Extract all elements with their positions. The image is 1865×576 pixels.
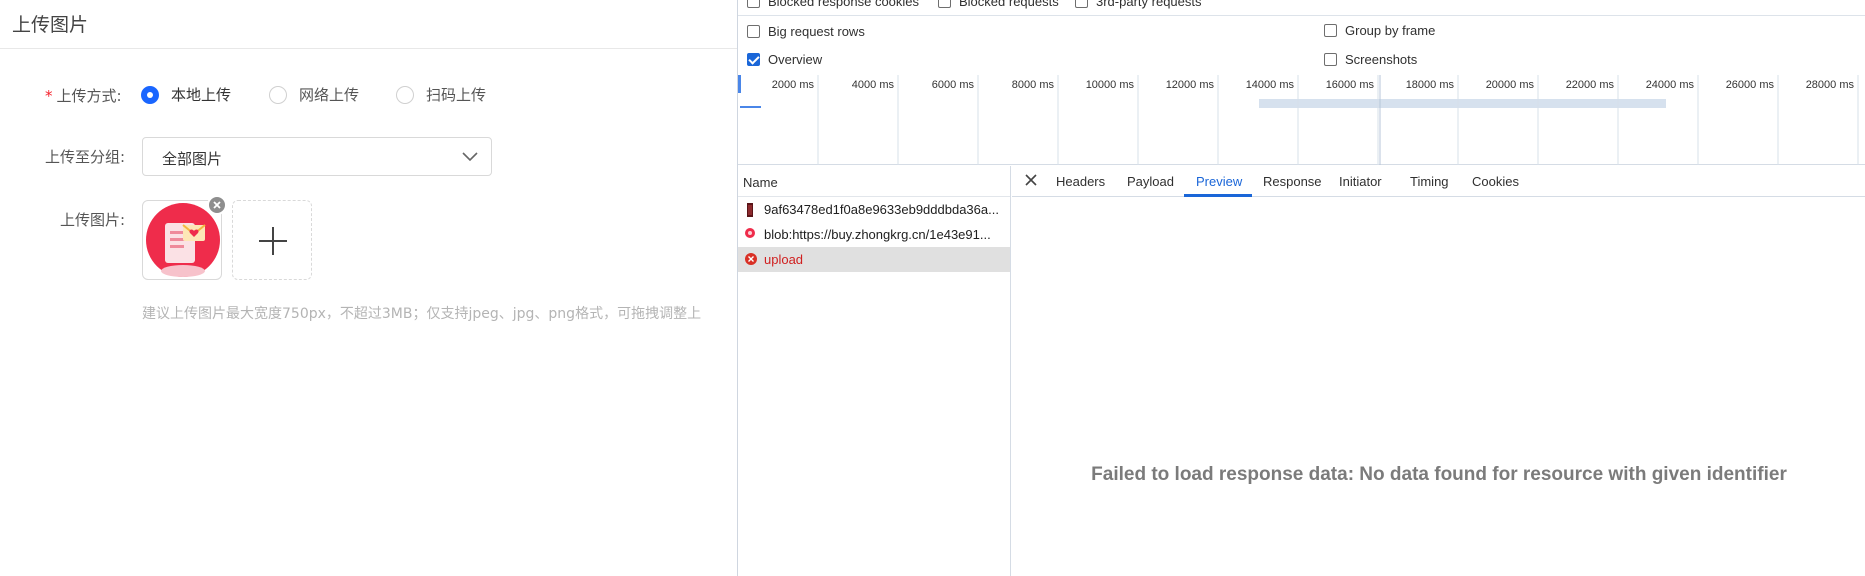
active-tab-indicator [1184,194,1252,197]
timeline-tick-label: 28000 ms [1806,79,1855,91]
group-by-frame-label: Group by frame [1345,23,1436,38]
timeline-tick-label: 14000 ms [1246,79,1295,91]
upload-method-label-text: 上传方式: [56,87,122,105]
checkbox-unchecked-icon [1324,24,1337,37]
radio-network-upload-label: 网络上传 [299,86,360,104]
request-details-panel: Headers Payload Preview Response Initiat… [1012,166,1865,576]
blocked-response-cookies-checkbox[interactable]: Blocked response cookies [747,0,919,9]
radio-unchecked-icon [396,85,414,104]
timeline-tick-label: 6000 ms [932,79,975,91]
blob-icon [745,228,755,238]
checkbox-unchecked-icon [1075,0,1088,8]
upload-form-panel: 上传图片 * 上传方式: 本地上传 网络上传 扫码上传 上传至分组: 全部图片 上… [0,0,737,576]
timeline-tick-label: 24000 ms [1646,79,1695,91]
request-name: 9af63478ed1f0a8e9633eb9dddbda36a... [764,202,999,217]
checkbox-unchecked-icon [1324,53,1337,66]
details-tabbar: Headers Payload Preview Response Initiat… [1012,166,1865,197]
blocked-response-cookies-label: Blocked response cookies [768,0,920,9]
radio-qrcode-upload-label: 扫码上传 [426,86,487,104]
group-select-value: 全部图片 [162,150,223,168]
overview-checkbox[interactable]: Overview [747,52,822,67]
upload-group-label: 上传至分组: [45,148,126,166]
blocked-requests-label: Blocked requests [959,0,1059,9]
timeline-tick-label: 22000 ms [1566,79,1615,91]
image-file-icon [747,203,753,217]
tab-response[interactable]: Response [1263,174,1322,189]
timeline-tick-label: 4000 ms [852,79,895,91]
tab-cookies[interactable]: Cookies [1472,174,1519,189]
screenshots-label: Screenshots [1345,52,1418,67]
upload-image-label: 上传图片: [60,211,126,229]
error-icon [745,253,757,265]
required-mark: * [45,87,53,105]
options-divider [738,15,1865,16]
timeline-tick-label: 20000 ms [1486,79,1535,91]
request-row[interactable]: 9af63478ed1f0a8e9633eb9dddbda36a... [738,197,1010,222]
radio-local-upload-label: 本地上传 [171,86,232,104]
timeline-tick-label: 12000 ms [1166,79,1215,91]
big-request-rows-label: Big request rows [768,24,865,39]
tab-timing[interactable]: Timing [1410,174,1449,189]
timeline-tick-label: 10000 ms [1086,79,1135,91]
radio-checked-icon [141,85,159,104]
checkbox-unchecked-icon [747,25,760,38]
timeline-selection-handle [738,75,741,93]
timeline-tick-label: 16000 ms [1326,79,1375,91]
close-icon[interactable] [1022,171,1040,189]
name-column-header[interactable]: Name [738,166,1010,197]
checkbox-unchecked-icon [747,0,760,8]
radio-unchecked-icon [269,85,287,104]
screenshots-checkbox[interactable]: Screenshots [1324,52,1417,67]
group-select[interactable]: 全部图片 [142,137,492,176]
upload-method-label: * 上传方式: [45,85,122,106]
third-party-requests-label: 3rd-party requests [1096,0,1202,9]
tab-headers[interactable]: Headers [1056,174,1105,189]
page-title: 上传图片 [12,14,89,36]
devtools-network-panel: Blocked response cookies Blocked request… [737,0,1865,576]
radio-network-upload[interactable]: 网络上传 [269,84,359,105]
overview-label: Overview [768,52,823,67]
third-party-requests-checkbox[interactable]: 3rd-party requests [1075,0,1202,9]
radio-qrcode-upload[interactable]: 扫码上传 [396,84,486,105]
timeline-activity-bar [740,106,761,108]
request-row[interactable]: blob:https://buy.zhongkrg.cn/1e43e91... [738,222,1010,247]
radio-local-upload[interactable]: 本地上传 [141,84,231,105]
preview-error-message: Failed to load response data: No data fo… [1091,464,1787,485]
timeline-activity-bar [1259,99,1666,108]
request-list[interactable]: Name 9af63478ed1f0a8e9633eb9dddbda36a...… [738,166,1011,576]
chevron-down-icon [462,152,478,162]
checkbox-checked-icon [747,53,760,66]
timeline-tick-label: 26000 ms [1726,79,1775,91]
blocked-requests-checkbox[interactable]: Blocked requests [938,0,1059,9]
request-row-selected[interactable]: upload [738,247,1010,272]
timeline-tick-label: 18000 ms [1406,79,1455,91]
title-divider [0,48,737,49]
network-overview-timeline[interactable]: 2000 ms 4000 ms 6000 ms 8000 ms 10000 ms 1200… [738,75,1865,165]
group-by-frame-checkbox[interactable]: Group by frame [1324,23,1435,38]
add-image-button[interactable] [232,200,312,280]
tab-payload[interactable]: Payload [1127,174,1174,189]
plus-icon [259,227,287,255]
checkbox-unchecked-icon [938,0,951,8]
request-name: blob:https://buy.zhongkrg.cn/1e43e91... [764,227,991,242]
tab-preview[interactable]: Preview [1196,174,1242,189]
timeline-tick-label: 2000 ms [772,79,815,91]
request-name: upload [764,252,804,267]
uploaded-image-thumbnail[interactable] [142,195,227,280]
tab-initiator[interactable]: Initiator [1339,174,1382,189]
timeline-chart: 2000 ms 4000 ms 6000 ms 8000 ms 10000 ms 1200… [738,75,1859,165]
timeline-tick-label: 8000 ms [1012,79,1055,91]
upload-hint-text: 建议上传图片最大宽度750px，不超过3MB；仅支持jpeg、jpg、png格式… [142,306,702,322]
close-icon [213,201,221,209]
big-request-rows-checkbox[interactable]: Big request rows [747,24,865,39]
remove-image-button[interactable] [207,195,227,215]
